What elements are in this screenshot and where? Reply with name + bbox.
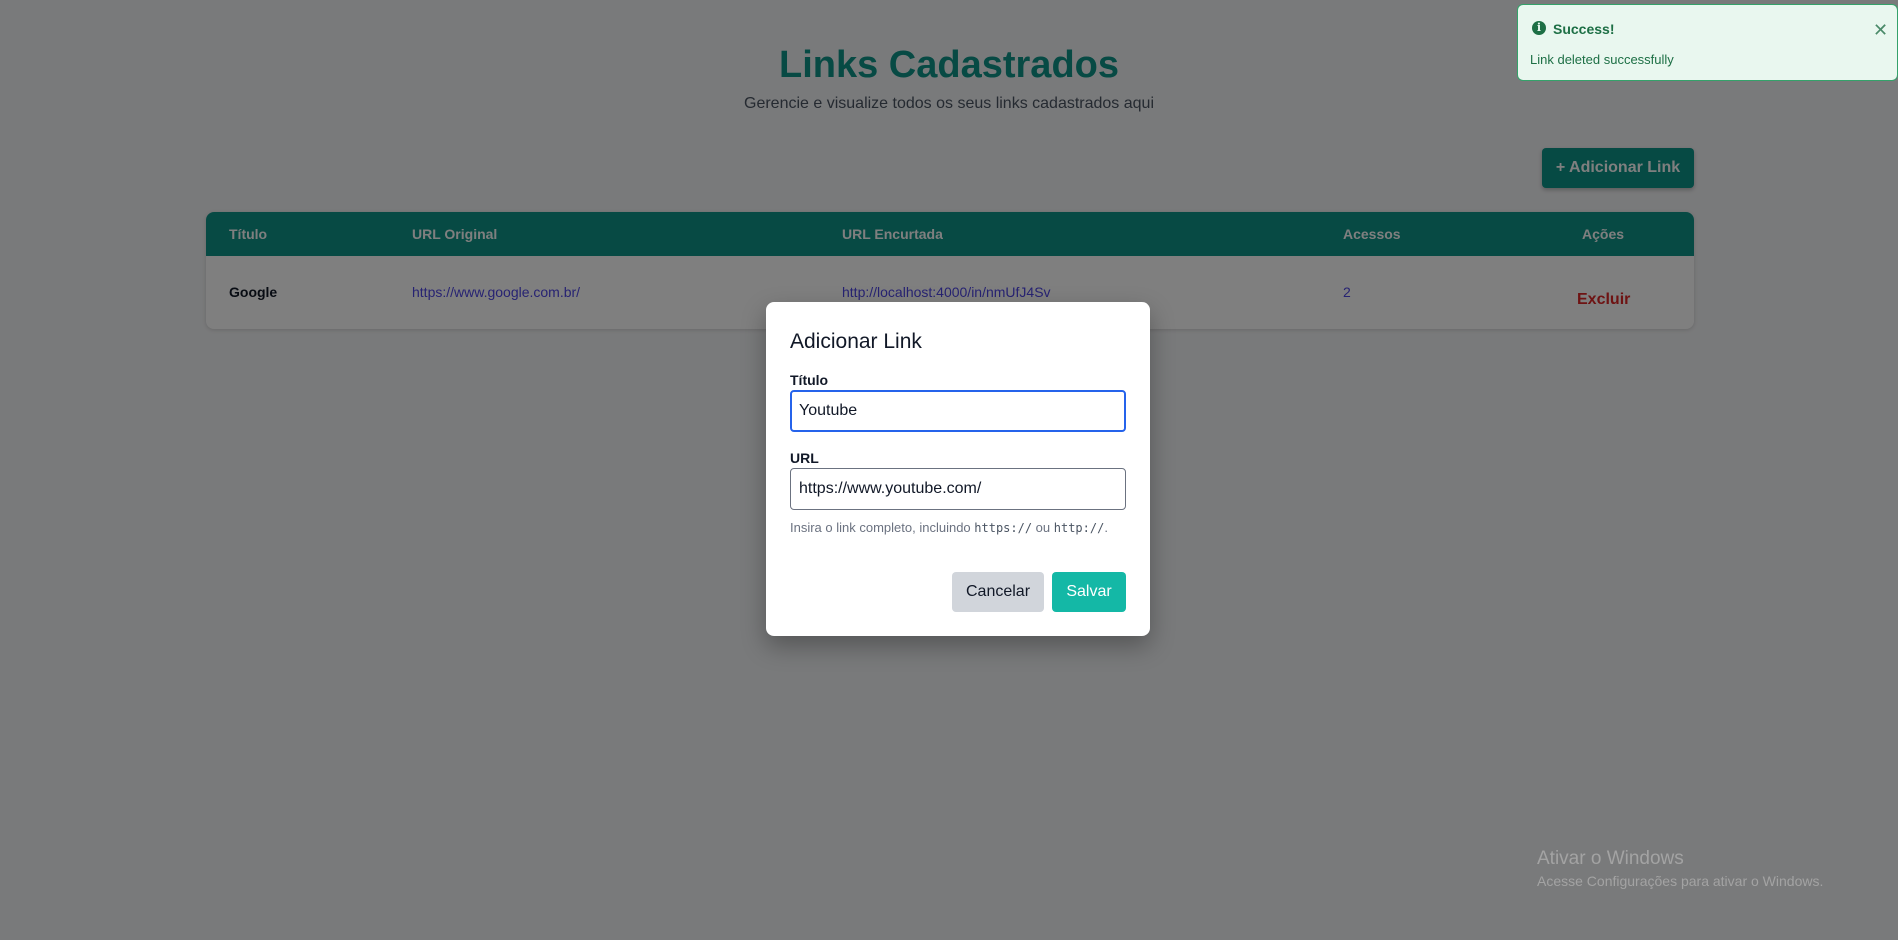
cancel-button[interactable]: Cancelar (952, 572, 1044, 612)
info-icon: i (1532, 21, 1546, 35)
title-input[interactable] (790, 390, 1126, 432)
help-code-https: https:// (974, 521, 1033, 535)
success-toast: i Success! Link deleted successfully ✕ (1517, 4, 1898, 81)
help-text-middle: ou (1032, 520, 1054, 535)
url-help-text: Insira o link completo, incluindo https:… (790, 517, 1120, 539)
toast-message: Link deleted successfully (1530, 52, 1674, 67)
title-field-label: Título (790, 372, 829, 388)
windows-activation-watermark: Ativar o Windows Acesse Configurações pa… (1537, 848, 1823, 889)
watermark-subtitle: Acesse Configurações para ativar o Windo… (1537, 873, 1824, 889)
help-code-http: http:// (1053, 521, 1105, 535)
help-text-suffix: . (1104, 520, 1108, 535)
help-text-prefix: Insira o link completo, incluindo (790, 520, 975, 535)
modal-title: Adicionar Link (790, 330, 922, 353)
watermark-title: Ativar o Windows (1537, 848, 1684, 869)
url-input[interactable] (790, 468, 1126, 510)
close-icon[interactable]: ✕ (1873, 21, 1888, 39)
add-link-modal: Adicionar Link Título URL Insira o link … (766, 302, 1150, 636)
url-field-label: URL (790, 450, 819, 466)
save-button[interactable]: Salvar (1052, 572, 1126, 612)
toast-title: Success! (1553, 21, 1615, 37)
